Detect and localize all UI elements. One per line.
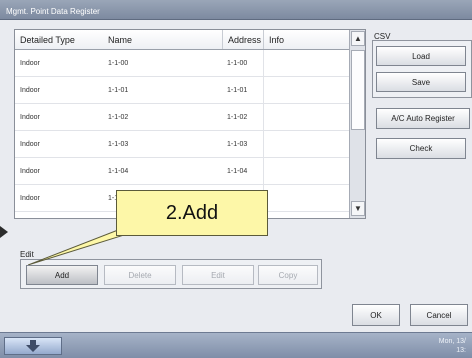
cell-address: 1-1-00 <box>227 59 248 67</box>
load-button[interactable]: Load <box>376 46 466 66</box>
step-callout: 2.Add <box>116 190 268 236</box>
scroll-down-icon[interactable]: ▼ <box>351 201 365 216</box>
title-bar: Mgmt. Point Data Register <box>0 0 472 20</box>
taskbar-clock: Mon, 13/ 13: <box>439 337 466 355</box>
table-row[interactable]: Indoor 1-1-04 1-1-04 <box>15 158 349 185</box>
start-arrow-icon[interactable] <box>4 337 62 355</box>
copy-button[interactable]: Copy <box>258 265 318 285</box>
table-row[interactable]: Indoor 1-1-01 1-1-01 <box>15 77 349 104</box>
cell-name: 1-1-03 <box>108 140 129 148</box>
cancel-button[interactable]: Cancel <box>410 304 468 326</box>
edit-button[interactable]: Edit <box>182 265 254 285</box>
cell-detailed-type: Indoor <box>20 86 40 94</box>
table-row[interactable]: Indoor 1-1-03 1-1-03 <box>15 131 349 158</box>
table-row[interactable]: Indoor 1-1-02 1-1-02 <box>15 104 349 131</box>
cell-detailed-type: Indoor <box>20 59 40 67</box>
cell-detailed-type: Indoor <box>20 167 40 175</box>
delete-button[interactable]: Delete <box>104 265 176 285</box>
header-address[interactable]: Address <box>222 30 262 49</box>
cell-detailed-type: Indoor <box>20 194 40 202</box>
clock-line2: 13: <box>456 347 466 354</box>
cell-detailed-type: Indoor <box>20 113 40 121</box>
cell-address: 1-1-02 <box>227 113 248 121</box>
table-row[interactable]: Indoor 1-1-00 1-1-00 <box>15 50 349 77</box>
cell-address: 1-1-03 <box>227 140 248 148</box>
cell-name: 1-1-04 <box>108 167 129 175</box>
table-header: Detailed Type Name Address Info <box>15 30 349 50</box>
clock-line1: Mon, 13/ <box>438 338 466 345</box>
cell-info <box>263 50 349 76</box>
header-detailed-type[interactable]: Detailed Type <box>15 30 101 49</box>
cell-info <box>263 104 349 130</box>
cell-detailed-type: Indoor <box>20 140 40 148</box>
ac-auto-register-button[interactable]: A/C Auto Register <box>376 108 470 129</box>
scroll-thumb[interactable] <box>351 50 365 130</box>
down-arrow-icon <box>26 340 40 352</box>
taskbar: Mon, 13/ 13: <box>0 332 472 358</box>
add-button[interactable]: Add <box>26 265 98 285</box>
cell-info <box>263 185 349 211</box>
check-button[interactable]: Check <box>376 138 466 159</box>
header-info[interactable]: Info <box>263 30 349 49</box>
ok-button[interactable]: OK <box>352 304 400 326</box>
cell-name: 1-1-00 <box>108 59 129 67</box>
cell-info <box>263 77 349 103</box>
cell-info <box>263 131 349 157</box>
header-name[interactable]: Name <box>103 30 215 49</box>
table-scrollbar[interactable]: ▲ ▼ <box>349 30 365 218</box>
cell-name: 1-1-02 <box>108 113 129 121</box>
window-title: Mgmt. Point Data Register <box>6 7 100 16</box>
scroll-up-icon[interactable]: ▲ <box>351 31 365 46</box>
pointer-arrow-icon <box>0 226 8 238</box>
cell-info <box>263 158 349 184</box>
cell-address: 1-1-01 <box>227 86 248 94</box>
save-button[interactable]: Save <box>376 72 466 92</box>
cell-name: 1-1-01 <box>108 86 129 94</box>
cell-address: 1-1-04 <box>227 167 248 175</box>
